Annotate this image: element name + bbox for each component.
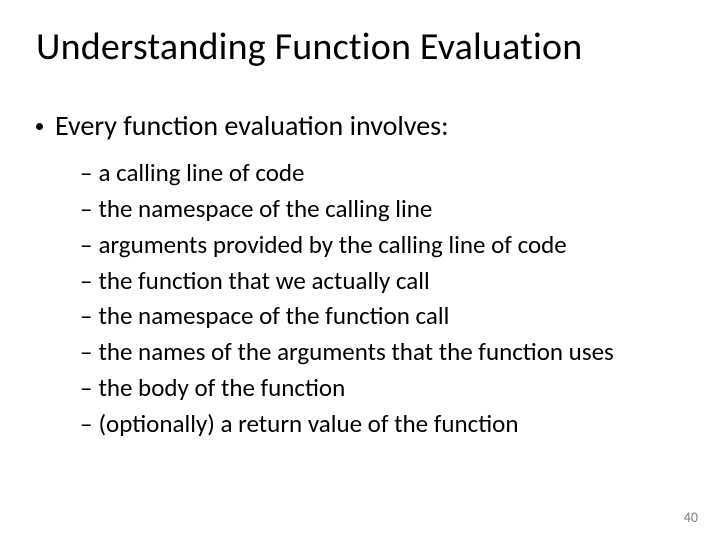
list-item: – the function that we actually call xyxy=(80,264,684,298)
sub-list: – a calling line of code – the namespace… xyxy=(80,156,684,440)
list-item: – the namespace of the calling line xyxy=(80,192,684,226)
slide: Understanding Function Evaluation Every … xyxy=(0,0,720,540)
list-item: – arguments provided by the calling line… xyxy=(80,228,684,262)
slide-title: Understanding Function Evaluation xyxy=(36,24,684,70)
dash-icon: – xyxy=(80,299,92,333)
dash-icon: – xyxy=(80,156,92,190)
dash-icon: – xyxy=(80,228,92,262)
sub-item-text: (optionally) a return value of the funct… xyxy=(98,407,518,441)
list-item: – the names of the arguments that the fu… xyxy=(80,335,684,369)
list-item: – (optionally) a return value of the fun… xyxy=(80,407,684,441)
list-item: – the namespace of the function call xyxy=(80,299,684,333)
sub-item-text: the function that we actually call xyxy=(98,264,429,298)
list-item: Every function evaluation involves: xyxy=(36,108,684,144)
list-item: – the body of the function xyxy=(80,371,684,405)
sub-item-text: the body of the function xyxy=(98,371,345,405)
bullet-icon xyxy=(36,123,43,130)
sub-item-text: a calling line of code xyxy=(98,156,304,190)
sub-item-text: arguments provided by the calling line o… xyxy=(98,228,566,262)
dash-icon: – xyxy=(80,192,92,226)
dash-icon: – xyxy=(80,335,92,369)
sub-item-text: the names of the arguments that the func… xyxy=(98,335,613,369)
sub-item-text: the namespace of the calling line xyxy=(98,192,432,226)
main-list: Every function evaluation involves: xyxy=(36,108,684,144)
dash-icon: – xyxy=(80,264,92,298)
dash-icon: – xyxy=(80,407,92,441)
page-number: 40 xyxy=(684,509,698,526)
list-item: – a calling line of code xyxy=(80,156,684,190)
dash-icon: – xyxy=(80,371,92,405)
main-item-text: Every function evaluation involves: xyxy=(55,108,449,144)
sub-item-text: the namespace of the function call xyxy=(98,299,449,333)
